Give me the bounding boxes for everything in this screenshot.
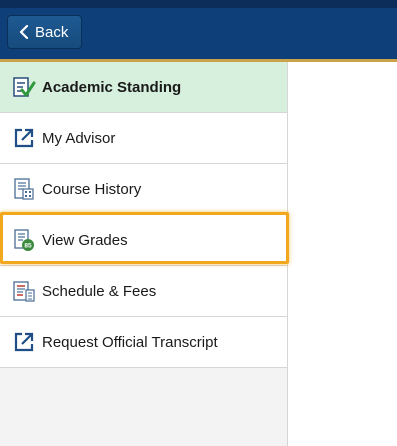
grades-icon: 85 — [12, 228, 36, 252]
sidebar-item-schedule-fees[interactable]: Schedule & Fees — [0, 266, 287, 317]
sidebar-item-academic-standing[interactable]: Academic Standing — [0, 62, 287, 113]
chevron-left-icon — [13, 15, 35, 49]
external-link-icon — [12, 330, 36, 354]
sidebar-item-label: Academic Standing — [42, 78, 182, 96]
sidebar-item-label: Request Official Transcript — [42, 333, 218, 351]
calendar-list-icon — [12, 177, 36, 201]
sidebar-item-label: Schedule & Fees — [42, 282, 157, 300]
back-button-label: Back — [35, 23, 69, 41]
sidebar-nav: Academic Standing My Advisor Course Hist… — [0, 62, 288, 446]
external-link-icon — [12, 126, 36, 150]
checklist-icon — [12, 75, 36, 99]
sidebar-item-label: Course History — [42, 180, 142, 198]
schedule-fees-icon — [12, 279, 36, 303]
sidebar-item-course-history[interactable]: Course History — [0, 164, 287, 215]
header-bar: Back — [0, 0, 397, 62]
sidebar-item-view-grades[interactable]: 85 View Grades — [0, 215, 287, 266]
back-button[interactable]: Back — [7, 15, 82, 49]
svg-text:85: 85 — [24, 243, 32, 250]
sidebar-item-my-advisor[interactable]: My Advisor — [0, 113, 287, 164]
sidebar-item-request-transcript[interactable]: Request Official Transcript — [0, 317, 287, 368]
sidebar-item-label: My Advisor — [42, 129, 116, 147]
sidebar-item-label: View Grades — [42, 231, 128, 249]
